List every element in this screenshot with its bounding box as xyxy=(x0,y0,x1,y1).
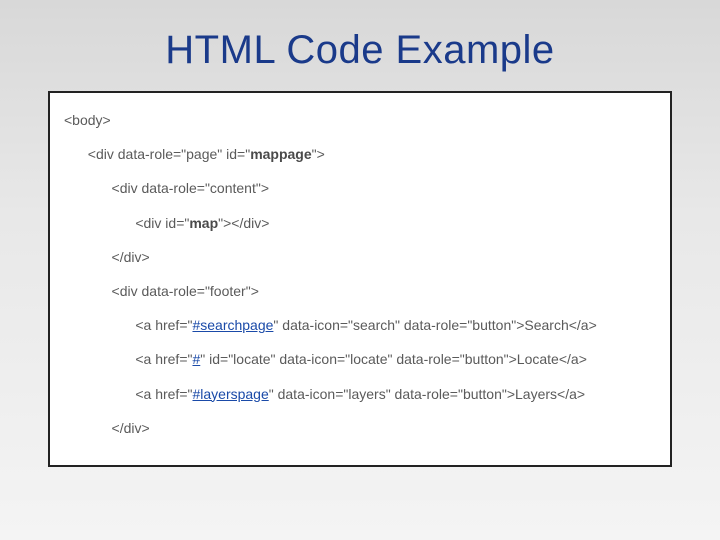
code-text: " data-icon="layers" data-role="button">… xyxy=(269,386,585,402)
code-line: </div> xyxy=(56,411,664,445)
code-line: <div id="map"></div> xyxy=(56,206,664,240)
code-text: <div id=" xyxy=(112,215,189,231)
code-line: <a href="#searchpage" data-icon="search"… xyxy=(56,308,664,342)
code-text: <a href=" xyxy=(112,351,192,367)
code-line: <body> xyxy=(56,103,664,137)
code-text: <a href=" xyxy=(112,386,192,402)
code-text: <div data-role="page" id=" xyxy=(80,146,250,162)
code-example-box: <body> <div data-role="page" id="mappage… xyxy=(48,91,672,467)
slide-title: HTML Code Example xyxy=(48,28,672,73)
code-text: " id="locate" data-icon="locate" data-ro… xyxy=(200,351,587,367)
code-line: <div data-role="footer"> xyxy=(56,274,664,308)
code-line: <div data-role="content"> xyxy=(56,171,664,205)
code-line: <a href="#layerspage" data-icon="layers"… xyxy=(56,377,664,411)
code-line: <a href="#" id="locate" data-icon="locat… xyxy=(56,342,664,376)
code-bold: map xyxy=(189,215,218,231)
code-link: #layerspage xyxy=(192,386,268,402)
code-line: <div data-role="page" id="mappage"> xyxy=(56,137,664,171)
code-bold: mappage xyxy=(250,146,311,162)
slide: HTML Code Example <body> <div data-role=… xyxy=(0,0,720,540)
code-line: </div> xyxy=(56,240,664,274)
code-text: " data-icon="search" data-role="button">… xyxy=(273,317,596,333)
code-text: <a href=" xyxy=(112,317,192,333)
code-link: #searchpage xyxy=(192,317,273,333)
code-text: "> xyxy=(312,146,325,162)
code-text: "></div> xyxy=(218,215,269,231)
